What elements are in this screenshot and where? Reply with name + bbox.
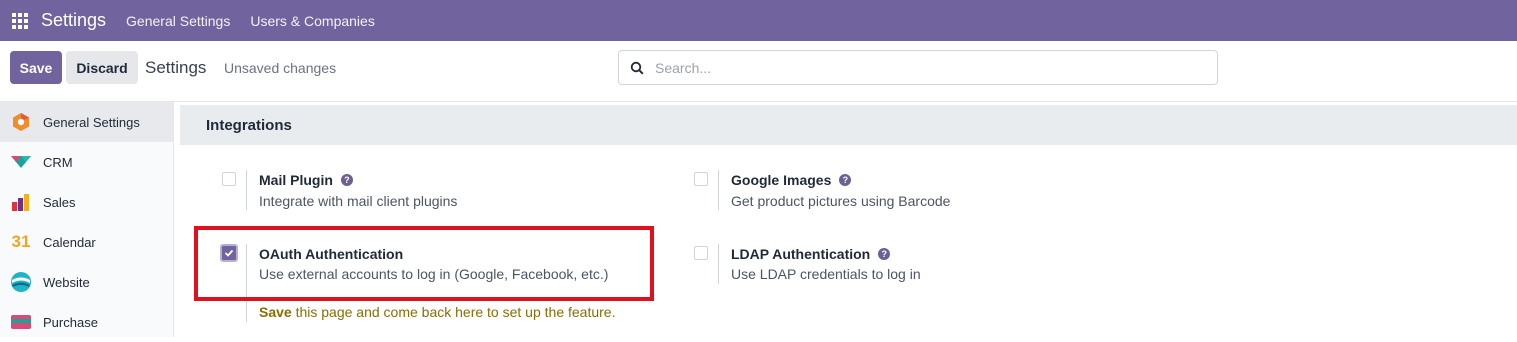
- apps-menu-icon[interactable]: [0, 0, 40, 41]
- search-input[interactable]: [655, 59, 1217, 76]
- ldap-checkbox[interactable]: [694, 246, 708, 260]
- app-title[interactable]: Settings: [41, 10, 106, 31]
- sidebar-item-label: Website: [43, 274, 90, 290]
- discard-button[interactable]: Discard: [66, 51, 138, 84]
- divider: [718, 244, 719, 284]
- search-bar[interactable]: [618, 50, 1218, 85]
- setting-title: LDAP Authentication: [731, 246, 871, 262]
- sidebar-item-sales[interactable]: Sales: [0, 182, 173, 222]
- mail-plugin-description: Integrate with mail client plugins: [259, 193, 458, 209]
- control-panel: Save Discard Settings Unsaved changes: [0, 41, 1517, 102]
- save-note-bold: Save: [259, 304, 292, 320]
- mail-plugin-checkbox[interactable]: [222, 172, 236, 186]
- menu-users-companies[interactable]: Users & Companies: [250, 13, 375, 29]
- divider: [718, 170, 719, 210]
- section-title: Integrations: [180, 105, 1517, 145]
- help-icon[interactable]: ?: [340, 174, 353, 186]
- unsaved-status: Unsaved changes: [224, 60, 337, 76]
- settings-sidebar: General Settings CRM Sales 31 Calendar W…: [0, 102, 174, 337]
- setting-title: Google Images: [731, 172, 832, 188]
- sidebar-item-label: CRM: [43, 154, 73, 170]
- help-icon[interactable]: ?: [839, 174, 852, 186]
- sales-app-icon: [10, 191, 32, 213]
- page-title: Settings: [145, 58, 207, 77]
- ldap-description: Use LDAP credentials to log in: [731, 266, 921, 282]
- calendar-app-icon: 31: [11, 232, 31, 251]
- divider: [246, 170, 247, 210]
- menu-general-settings[interactable]: General Settings: [126, 13, 230, 29]
- purchase-app-icon: [10, 311, 32, 333]
- sidebar-item-website[interactable]: Website: [0, 262, 173, 302]
- top-navbar: Settings General Settings Users & Compan…: [0, 0, 1517, 41]
- sidebar-item-label: Sales: [43, 194, 76, 210]
- sidebar-item-label: Calendar: [43, 234, 96, 250]
- setting-title: Mail Plugin: [259, 172, 333, 188]
- sidebar-item-purchase[interactable]: Purchase: [0, 302, 173, 342]
- sidebar-item-label: Purchase: [43, 314, 98, 330]
- crm-app-icon: [10, 151, 32, 173]
- mail-plugin-label: Mail Plugin ?: [259, 172, 353, 188]
- save-note: Save this page and come back here to set…: [259, 304, 615, 320]
- help-icon[interactable]: ?: [878, 248, 891, 260]
- sidebar-item-crm[interactable]: CRM: [0, 142, 173, 182]
- google-images-description: Get product pictures using Barcode: [731, 193, 951, 209]
- website-app-icon: [10, 271, 32, 293]
- save-note-text: this page and come back here to set up t…: [291, 304, 616, 320]
- search-icon[interactable]: [619, 50, 655, 85]
- save-button[interactable]: Save: [10, 51, 62, 84]
- sidebar-item-general-settings[interactable]: General Settings: [0, 102, 173, 142]
- highlight-box: [194, 226, 654, 301]
- sidebar-item-label: General Settings: [43, 114, 140, 130]
- ldap-label: LDAP Authentication ?: [731, 246, 891, 262]
- settings-app-icon: [10, 111, 32, 133]
- sidebar-item-calendar[interactable]: 31 Calendar: [0, 222, 173, 262]
- google-images-checkbox[interactable]: [694, 172, 708, 186]
- google-images-label: Google Images ?: [731, 172, 852, 188]
